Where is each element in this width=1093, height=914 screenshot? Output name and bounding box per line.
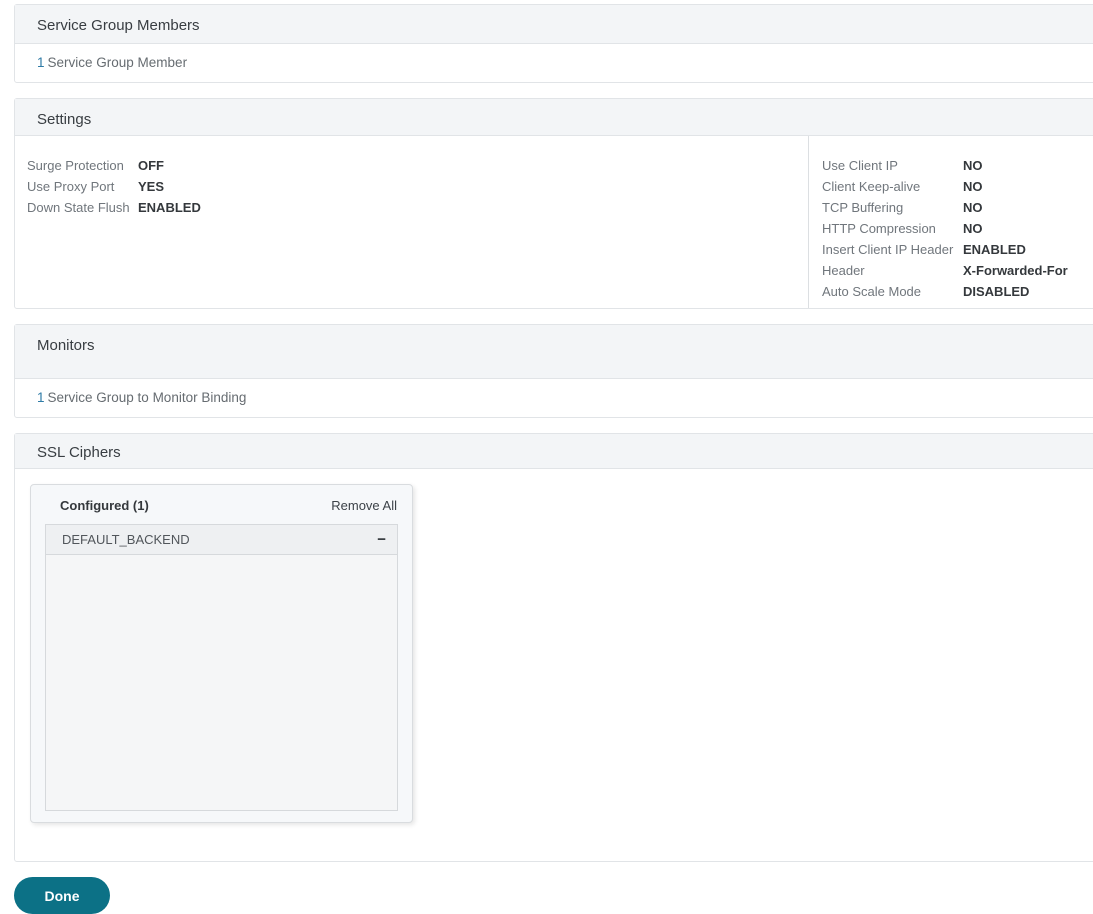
monitors-header: Monitors <box>15 325 1093 379</box>
configured-ciphers-card: Configured (1) Remove All DEFAULT_BACKEN… <box>30 484 413 823</box>
service-group-member-binding-link[interactable]: 1 Service Group Member <box>15 44 1093 82</box>
setting-label: HTTP Compression <box>822 221 936 236</box>
monitor-binding-link[interactable]: 1 Service Group to Monitor Binding <box>15 379 1093 417</box>
setting-row: Surge Protection OFF <box>27 155 808 176</box>
service-group-members-header: Service Group Members <box>15 5 1093 44</box>
cipher-list: DEFAULT_BACKEND − <box>45 524 398 811</box>
settings-content: Surge Protection OFF Use Proxy Port YES … <box>15 136 1093 308</box>
setting-row: Insert Client IP Header ENABLED <box>822 239 1093 260</box>
setting-row: Header X-Forwarded-For <box>822 260 1093 281</box>
binding-label: Service Group to Monitor Binding <box>47 390 247 405</box>
setting-label: Use Proxy Port <box>27 179 115 194</box>
configured-count-label: Configured (1) <box>60 498 149 513</box>
setting-label: TCP Buffering <box>822 200 904 215</box>
binding-count: 1 <box>37 55 45 70</box>
setting-label: Surge Protection <box>27 158 124 173</box>
setting-value: NO <box>963 221 983 236</box>
setting-row: Use Proxy Port YES <box>27 176 808 197</box>
section-ssl-ciphers: SSL Ciphers Configured (1) Remove All DE… <box>14 433 1093 862</box>
setting-value: NO <box>963 179 983 194</box>
setting-row: Down State Flush ENABLED <box>27 197 808 218</box>
binding-count: 1 <box>37 390 45 405</box>
section-title: SSL Ciphers <box>37 444 121 461</box>
section-service-group-members: Service Group Members 1 Service Group Mem… <box>14 4 1093 83</box>
section-title: Service Group Members <box>37 17 200 34</box>
setting-value: ENABLED <box>138 200 201 215</box>
configured-ciphers-card-header: Configured (1) Remove All <box>31 485 412 524</box>
settings-column-left: Surge Protection OFF Use Proxy Port YES … <box>15 136 809 308</box>
binding-label: Service Group Member <box>47 55 188 70</box>
setting-row: Use Client IP NO <box>822 155 1093 176</box>
setting-value: NO <box>963 200 983 215</box>
section-title: Settings <box>37 111 92 128</box>
setting-value: ENABLED <box>963 242 1026 257</box>
setting-value: YES <box>138 179 165 194</box>
setting-row: HTTP Compression NO <box>822 218 1093 239</box>
setting-label: Down State Flush <box>27 200 130 215</box>
setting-row: TCP Buffering NO <box>822 197 1093 218</box>
setting-value: X-Forwarded-For <box>963 263 1068 278</box>
cipher-row: DEFAULT_BACKEND − <box>46 525 397 555</box>
section-title: Monitors <box>37 337 95 354</box>
setting-value: DISABLED <box>963 284 1030 299</box>
setting-label: Auto Scale Mode <box>822 284 922 299</box>
ssl-ciphers-header: SSL Ciphers <box>15 434 1093 469</box>
setting-label: Client Keep-alive <box>822 179 921 194</box>
ssl-ciphers-content: Configured (1) Remove All DEFAULT_BACKEN… <box>15 484 1093 861</box>
remove-cipher-icon[interactable]: − <box>377 531 386 548</box>
setting-row: Auto Scale Mode DISABLED <box>822 281 1093 302</box>
setting-row: Client Keep-alive NO <box>822 176 1093 197</box>
cipher-name: DEFAULT_BACKEND <box>62 532 190 547</box>
settings-column-right: Use Client IP NO Client Keep-alive NO TC… <box>809 136 1093 308</box>
done-button[interactable]: Done <box>14 877 110 914</box>
setting-label: Insert Client IP Header <box>822 242 954 257</box>
setting-value: NO <box>963 158 983 173</box>
section-settings: Settings Surge Protection OFF Use Proxy … <box>14 98 1093 309</box>
remove-all-link[interactable]: Remove All <box>331 498 397 513</box>
section-monitors: Monitors 1 Service Group to Monitor Bindi… <box>14 324 1093 418</box>
setting-value: OFF <box>138 158 164 173</box>
setting-label: Use Client IP <box>822 158 898 173</box>
setting-label: Header <box>822 263 865 278</box>
settings-header: Settings <box>15 99 1093 136</box>
